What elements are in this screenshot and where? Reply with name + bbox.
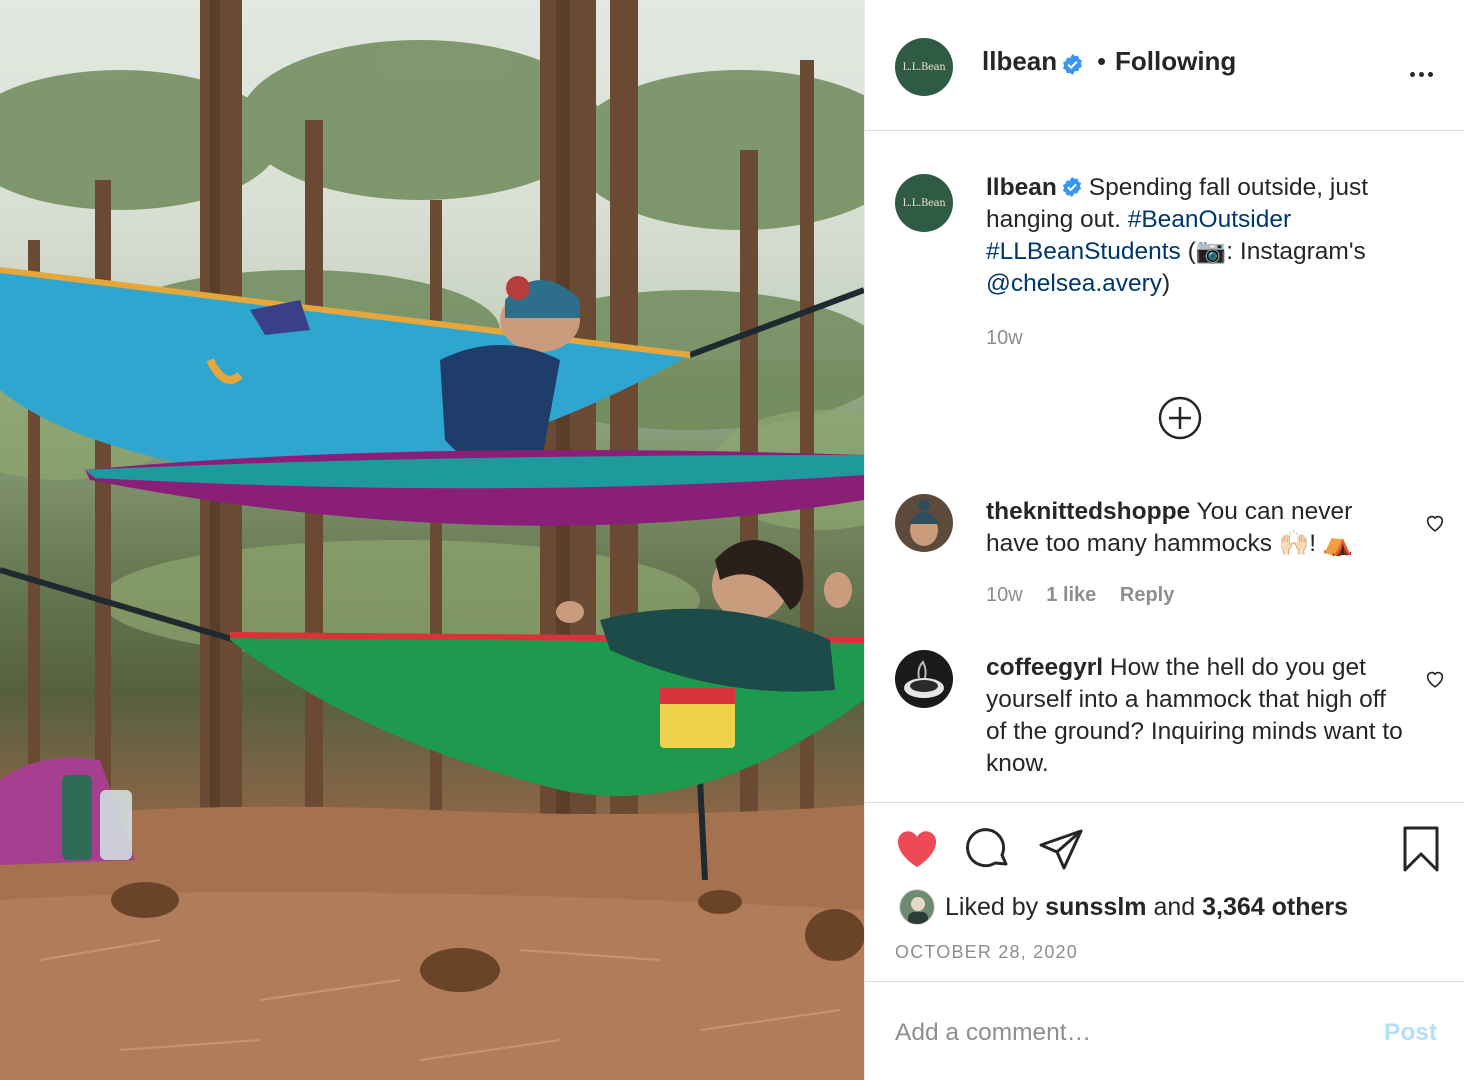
- liker-username[interactable]: sunsslm: [1045, 893, 1146, 921]
- caption-text: llbean Spending fall outside, just hangi…: [986, 172, 1426, 300]
- photo-credit-close: ): [1162, 270, 1171, 297]
- add-comment-bar: Post: [865, 983, 1464, 1080]
- comment-like-heart-icon[interactable]: [1424, 668, 1446, 690]
- likes-count[interactable]: 3,364 others: [1202, 893, 1348, 921]
- liked-by-prefix: Liked by: [945, 892, 1039, 921]
- verified-badge-icon: [1063, 53, 1082, 76]
- plus-circle-icon[interactable]: [1158, 396, 1202, 440]
- post-details-panel: L.L.Bean llbean • Following L.L.Bean llb…: [864, 0, 1464, 1080]
- comment-input[interactable]: [895, 1015, 1355, 1051]
- reply-button[interactable]: Reply: [1120, 584, 1174, 606]
- more-options-icon[interactable]: [1410, 64, 1438, 77]
- comment-likes[interactable]: 1 like: [1046, 584, 1096, 606]
- bookmark-icon[interactable]: [1397, 825, 1445, 873]
- verified-badge-icon: [1062, 176, 1081, 197]
- photo-credit: (📷: Instagram's: [1187, 238, 1366, 265]
- comment-timestamp[interactable]: 10w: [986, 584, 1023, 606]
- comment-text: theknittedshoppe You can never have too …: [986, 496, 1406, 560]
- liked-by-and: and: [1153, 892, 1196, 921]
- comment-username[interactable]: coffeegyrl: [986, 654, 1103, 681]
- author-avatar[interactable]: L.L.Bean: [895, 38, 953, 96]
- post-comment-button[interactable]: Post: [1384, 1019, 1437, 1047]
- caption-username[interactable]: llbean: [986, 174, 1057, 201]
- post-actions: Liked by sunsslm and 3,364 others OCTOBE…: [865, 802, 1464, 982]
- caption-timestamp[interactable]: 10w: [986, 327, 1023, 350]
- liker-avatar[interactable]: [899, 889, 935, 925]
- follow-status-button[interactable]: Following: [1115, 46, 1236, 77]
- author-username[interactable]: llbean: [982, 46, 1057, 77]
- comment-like-heart-icon[interactable]: [1424, 512, 1446, 534]
- post-date[interactable]: OCTOBER 28, 2020: [895, 942, 1078, 963]
- share-icon[interactable]: [1037, 825, 1085, 873]
- commenter-avatar[interactable]: [895, 650, 953, 708]
- hashtag-link[interactable]: #BeanOutsider: [1128, 206, 1291, 233]
- caption-avatar[interactable]: L.L.Bean: [895, 174, 953, 232]
- likes-summary: Liked by sunsslm and 3,364 others: [899, 887, 1348, 927]
- heart-icon[interactable]: [893, 825, 941, 873]
- mention-link[interactable]: @chelsea.avery: [986, 270, 1162, 297]
- commenter-avatar[interactable]: [895, 494, 953, 552]
- post-header: L.L.Bean llbean • Following: [865, 0, 1464, 131]
- photo-illustration: [0, 0, 864, 1080]
- comment-username[interactable]: theknittedshoppe: [986, 498, 1190, 525]
- comment-text: coffeegyrl How the hell do you get yours…: [986, 652, 1406, 780]
- hashtag-link[interactable]: #LLBeanStudents: [986, 238, 1181, 265]
- comment-icon[interactable]: [965, 825, 1013, 873]
- header-separator: •: [1097, 46, 1107, 76]
- comment-meta: 10w 1 like Reply: [986, 584, 1192, 607]
- post-photo[interactable]: [0, 0, 864, 1080]
